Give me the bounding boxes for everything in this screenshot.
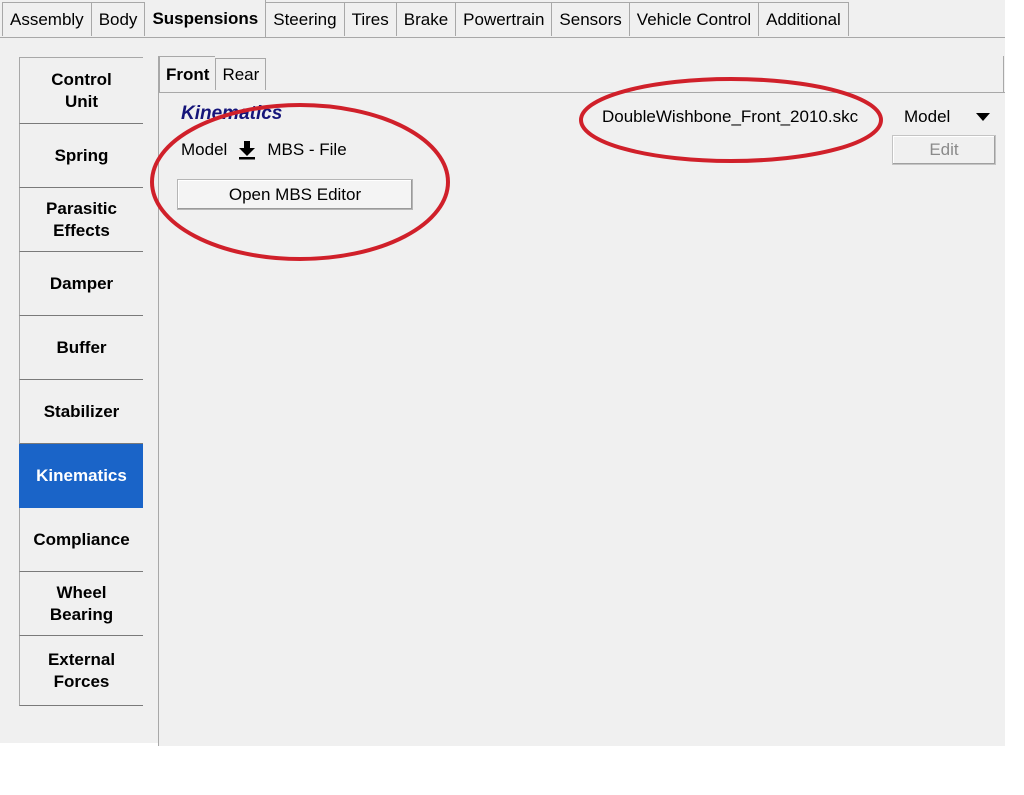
suspension-sidebar: Control Unit Spring Parasitic Effects Da… bbox=[19, 57, 143, 706]
tab-powertrain[interactable]: Powertrain bbox=[456, 2, 553, 36]
top-tab-bar: Assembly Body Suspensions Steering Tires… bbox=[2, 0, 849, 38]
kinematics-panel: Front Rear Kinematics Model MBS - File O… bbox=[158, 56, 1005, 746]
tab-front[interactable]: Front bbox=[159, 56, 216, 92]
model-value: MBS - File bbox=[267, 140, 347, 159]
edit-button[interactable]: Edit bbox=[892, 135, 996, 165]
sidebar-item-control-unit[interactable]: Control Unit bbox=[19, 57, 143, 124]
app-window: Assembly Body Suspensions Steering Tires… bbox=[0, 0, 1005, 746]
model-select[interactable]: Model bbox=[900, 103, 996, 131]
file-name-label: DoubleWishbone_Front_2010.skc bbox=[602, 107, 859, 126]
kinematics-content: Kinematics Model MBS - File Open MBS Edi… bbox=[159, 93, 1005, 746]
model-select-value: Model bbox=[904, 107, 951, 126]
tab-tires[interactable]: Tires bbox=[344, 2, 397, 36]
tab-assembly[interactable]: Assembly bbox=[2, 2, 92, 36]
tab-steering[interactable]: Steering bbox=[266, 2, 345, 36]
model-label: Model bbox=[181, 140, 228, 159]
triangle-down-icon bbox=[976, 107, 990, 127]
sidebar-item-wheel-bearing[interactable]: Wheel Bearing bbox=[19, 572, 143, 636]
sidebar-item-compliance[interactable]: Compliance bbox=[19, 508, 143, 572]
model-row: Model MBS - File bbox=[181, 139, 347, 161]
tab-sensors[interactable]: Sensors bbox=[552, 2, 630, 36]
tab-brake[interactable]: Brake bbox=[396, 2, 457, 36]
front-rear-tabs: Front Rear bbox=[159, 56, 267, 94]
sidebar-item-damper[interactable]: Damper bbox=[19, 252, 143, 316]
open-mbs-editor-button[interactable]: Open MBS Editor bbox=[177, 179, 413, 210]
tab-bar-divider bbox=[0, 37, 1005, 38]
section-title: Kinematics bbox=[181, 103, 283, 124]
tab-suspensions[interactable]: Suspensions bbox=[145, 0, 267, 37]
sidebar-item-stabilizer[interactable]: Stabilizer bbox=[19, 380, 143, 444]
sidebar-item-buffer[interactable]: Buffer bbox=[19, 316, 143, 380]
sidebar-item-kinematics[interactable]: Kinematics bbox=[19, 444, 143, 508]
tab-vehicle-control[interactable]: Vehicle Control bbox=[629, 2, 760, 36]
sidebar-item-spring[interactable]: Spring bbox=[19, 124, 143, 188]
tab-rear[interactable]: Rear bbox=[215, 58, 267, 90]
sidebar-item-external-forces[interactable]: External Forces bbox=[19, 636, 143, 706]
sidebar-item-parasitic-effects[interactable]: Parasitic Effects bbox=[19, 188, 143, 252]
tab-body[interactable]: Body bbox=[91, 2, 146, 36]
tab-additional[interactable]: Additional bbox=[759, 2, 849, 36]
download-arrow-icon[interactable] bbox=[235, 139, 259, 161]
